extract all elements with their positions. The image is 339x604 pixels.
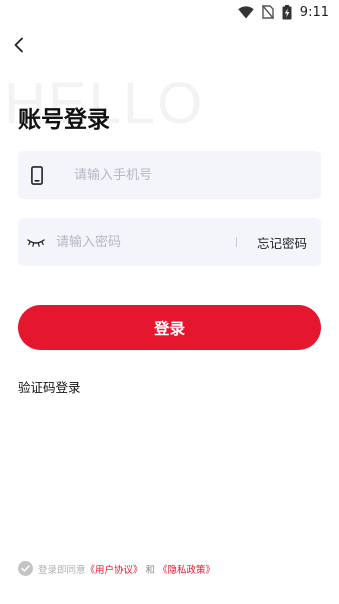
- page-title: 账号登录: [18, 107, 110, 133]
- checkmark-icon: [21, 565, 30, 572]
- phone-icon: [18, 165, 56, 185]
- agreement-and: 和: [145, 564, 156, 576]
- back-button[interactable]: [8, 34, 30, 56]
- battery-charging-icon: [282, 4, 292, 20]
- sms-login-link[interactable]: 验证码登录: [18, 377, 81, 396]
- privacy-policy-link[interactable]: 《隐私政策》: [158, 562, 215, 576]
- field-divider: [236, 237, 237, 247]
- user-agreement-link[interactable]: 《用户协议》: [86, 562, 143, 576]
- agreement-prefix: 登录即同意: [38, 564, 86, 576]
- agreement-row: 登录即同意 《用户协议》 和 《隐私政策》: [18, 561, 215, 576]
- login-screen: 9:11 HELLO 账号登录 请输入手机号 忘记密码 登录 验证码登录 登录即…: [0, 0, 339, 604]
- agreement-checkbox[interactable]: [18, 561, 33, 576]
- login-button[interactable]: 登录: [18, 305, 321, 350]
- password-input[interactable]: [56, 234, 226, 250]
- chevron-left-icon: [14, 37, 23, 53]
- status-bar: 9:11: [0, 0, 339, 24]
- phone-input[interactable]: [74, 167, 294, 183]
- wifi-icon: [238, 5, 254, 19]
- no-sim-icon: [261, 5, 274, 19]
- forgot-password-link[interactable]: 忘记密码: [257, 233, 307, 252]
- phone-field[interactable]: [18, 151, 321, 199]
- status-time: 9:11: [299, 4, 329, 20]
- password-field[interactable]: 忘记密码: [18, 218, 321, 266]
- eye-closed-icon[interactable]: [18, 238, 54, 247]
